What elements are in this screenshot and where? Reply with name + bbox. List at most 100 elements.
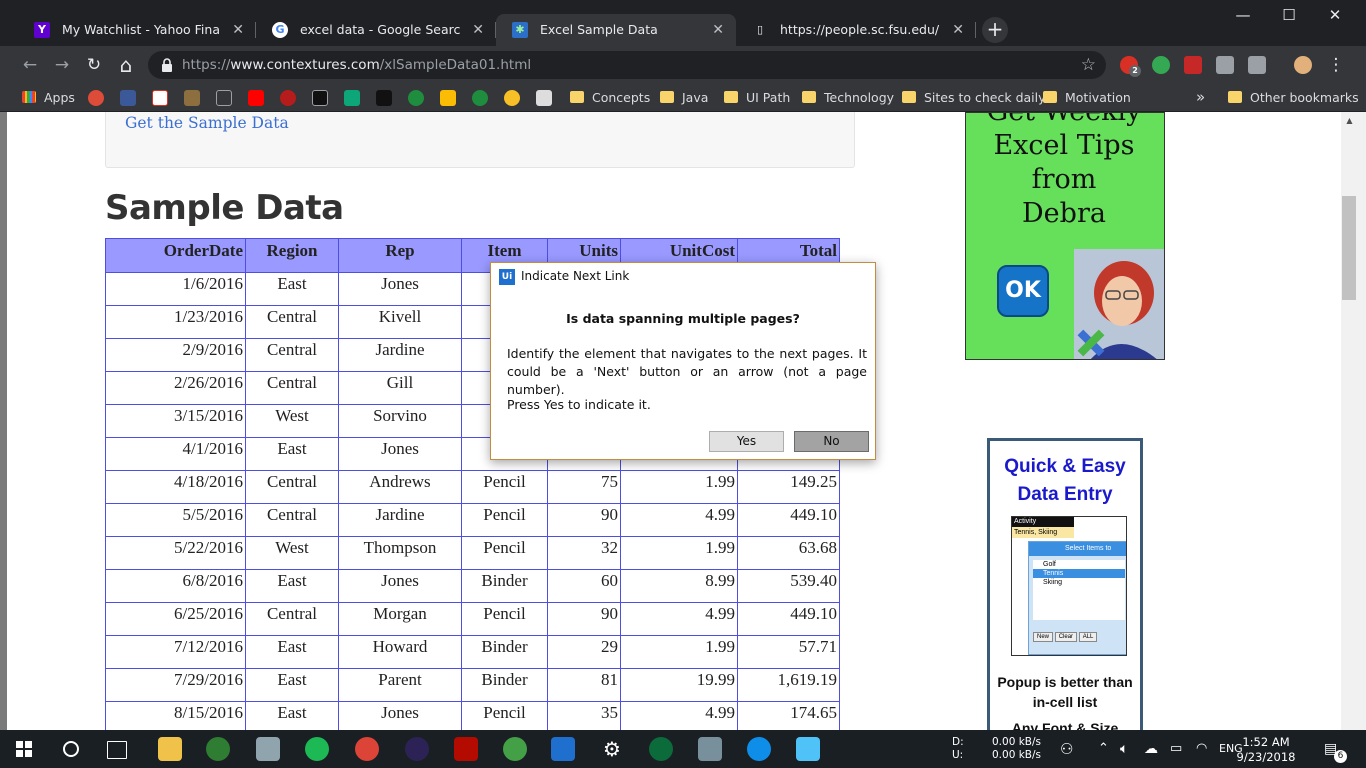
new-tab-button[interactable]: + xyxy=(982,17,1008,43)
close-window-button[interactable]: ✕ xyxy=(1312,0,1358,30)
bookmark-folder-technology[interactable]: Technology xyxy=(802,84,894,111)
network-app-icon[interactable] xyxy=(256,737,280,761)
eclipse-icon[interactable] xyxy=(405,737,429,761)
wifi-icon[interactable]: ◠ xyxy=(1196,730,1207,768)
back-button[interactable]: ← xyxy=(17,52,43,78)
pattern-bookmark-icon[interactable] xyxy=(536,90,552,106)
shield-bookmark-icon[interactable] xyxy=(184,90,200,106)
table-cell: 4.99 xyxy=(620,503,738,537)
youtube-icon[interactable] xyxy=(248,90,264,106)
ad-entry-caption: Popup is better than in-cell list Any Fo… xyxy=(997,674,1133,730)
google-plus-icon[interactable] xyxy=(88,90,104,106)
bookmark-folder-sites-daily[interactable]: Sites to check daily xyxy=(902,84,1046,111)
scroll-up-arrow-icon[interactable]: ▲ xyxy=(1341,112,1358,129)
utorrent-icon[interactable] xyxy=(503,737,527,761)
bookmark-folder-motivation[interactable]: Motivation xyxy=(1043,84,1131,111)
windows-start-icon[interactable] xyxy=(16,741,32,757)
gmail-icon[interactable] xyxy=(152,90,168,106)
forward-button[interactable]: → xyxy=(49,52,75,78)
page-bookmark-icon[interactable] xyxy=(216,90,232,106)
volume-icon[interactable]: 🔈︎ xyxy=(1120,730,1128,768)
close-tab-icon[interactable]: ✕ xyxy=(472,14,484,46)
table-cell: 60 xyxy=(547,569,621,603)
close-tab-icon[interactable]: ✕ xyxy=(952,14,964,46)
hangouts-icon[interactable] xyxy=(408,90,424,106)
app-cube-icon[interactable] xyxy=(698,737,722,761)
table-cell: 2/26/2016 xyxy=(105,371,246,405)
extension-green-icon[interactable] xyxy=(1152,56,1170,74)
settings-gear-icon[interactable]: ⚙ xyxy=(600,737,624,761)
file-explorer-icon[interactable] xyxy=(158,737,182,761)
tab-google-search[interactable]: G excel data - Google Search ✕ xyxy=(256,14,496,46)
acrobat-icon[interactable] xyxy=(454,737,478,761)
tab-yahoo-watchlist[interactable]: Y My Watchlist - Yahoo Finance portfolio… xyxy=(18,14,256,46)
earth-app-icon[interactable] xyxy=(206,737,230,761)
table-cell: Jardine xyxy=(338,338,462,372)
weekly-tips-ad[interactable]: Get Weekly Excel Tips from Debra OK xyxy=(965,112,1165,360)
scrollbar-thumb[interactable] xyxy=(1342,196,1356,300)
extension-uipath-icon[interactable] xyxy=(1248,56,1266,74)
extension-drive-icon[interactable] xyxy=(1216,56,1234,74)
app-swirl-icon[interactable] xyxy=(649,737,673,761)
home-button[interactable]: ⌂ xyxy=(113,52,139,78)
get-sample-data-link[interactable]: Get the Sample Data xyxy=(125,114,289,132)
tray-chevron-icon[interactable]: ⌃ xyxy=(1098,730,1109,768)
quick-data-entry-ad[interactable]: Quick & Easy Data Entry Activity Tennis,… xyxy=(987,438,1143,730)
table-cell: Morgan xyxy=(338,602,462,636)
table-cell: Jones xyxy=(338,272,462,306)
task-view-icon[interactable] xyxy=(107,741,127,759)
tab-excel-sample-data[interactable]: ✱ Excel Sample Data ✕ xyxy=(496,14,736,46)
table-cell: Binder xyxy=(461,569,548,603)
table-cell: 449.10 xyxy=(737,503,840,537)
people-icon[interactable]: ⚇ xyxy=(1060,730,1073,768)
tab-strip: Y My Watchlist - Yahoo Finance portfolio… xyxy=(0,0,1366,46)
table-cell: 5/22/2016 xyxy=(105,536,246,570)
reload-button[interactable]: ↻ xyxy=(81,52,107,78)
table-cell: 1.99 xyxy=(620,635,738,669)
app-glass-icon[interactable] xyxy=(796,737,820,761)
quora-icon[interactable] xyxy=(280,90,296,106)
address-bar[interactable]: https://www.contextures.com/xlSampleData… xyxy=(148,51,1106,79)
browser-menu-icon[interactable]: ⋮ xyxy=(1323,52,1349,78)
onedrive-icon[interactable]: ☁ xyxy=(1144,730,1158,768)
bookmark-folder-concepts[interactable]: Concepts xyxy=(570,84,650,111)
battery-icon[interactable]: ▭ xyxy=(1170,730,1182,768)
taskbar-clock[interactable]: 1:52 AM 9/23/2018 xyxy=(1226,735,1306,765)
minimize-button[interactable]: — xyxy=(1220,0,1266,30)
bookmark-folder-uipath[interactable]: UI Path xyxy=(724,84,790,111)
apps-shortcut[interactable]: Apps xyxy=(22,84,75,111)
table-cell: Jones xyxy=(338,569,462,603)
no-button[interactable]: No xyxy=(794,431,869,452)
maximize-button[interactable]: ☐ xyxy=(1266,0,1312,30)
close-tab-icon[interactable]: ✕ xyxy=(232,14,244,46)
h-bookmark-icon[interactable] xyxy=(472,90,488,106)
uipath-studio-icon[interactable] xyxy=(551,737,575,761)
table-cell: 90 xyxy=(547,503,621,537)
facebook-icon[interactable] xyxy=(120,90,136,106)
bookmarks-overflow-button[interactable]: » xyxy=(1196,84,1205,111)
other-bookmarks-folder[interactable]: Other bookmarks xyxy=(1228,84,1359,111)
extension-pdf-icon[interactable] xyxy=(1184,56,1202,74)
chrome-icon[interactable] xyxy=(355,737,379,761)
teamviewer-icon[interactable] xyxy=(747,737,771,761)
action-center-icon[interactable]: ▤ xyxy=(1324,730,1337,768)
b-bookmark-icon[interactable] xyxy=(376,90,392,106)
bookmark-folder-java[interactable]: Java xyxy=(660,84,708,111)
bookmark-star-icon[interactable]: ☆ xyxy=(1081,51,1096,79)
lock-icon[interactable] xyxy=(160,57,174,73)
page-scrollbar[interactable]: ▲ xyxy=(1341,112,1366,730)
cortana-search-icon[interactable] xyxy=(63,741,79,757)
techcrunch-icon[interactable] xyxy=(344,90,360,106)
google-drive-icon[interactable] xyxy=(440,90,456,106)
table-cell: 63.68 xyxy=(737,536,840,570)
uipath-logo-icon: Ui xyxy=(499,269,515,285)
yes-button[interactable]: Yes xyxy=(709,431,784,452)
spotify-icon[interactable] xyxy=(305,737,329,761)
close-tab-icon[interactable]: ✕ xyxy=(712,14,724,46)
table-cell: 8.99 xyxy=(620,569,738,603)
tab-fsu-people[interactable]: ▯ https://people.sc.fsu.edu/~jburkardt ✕ xyxy=(736,14,976,46)
behance-icon[interactable] xyxy=(312,90,328,106)
emoji-bookmark-icon[interactable] xyxy=(504,90,520,106)
table-cell: Jones xyxy=(338,437,462,471)
profile-avatar[interactable] xyxy=(1294,56,1312,74)
